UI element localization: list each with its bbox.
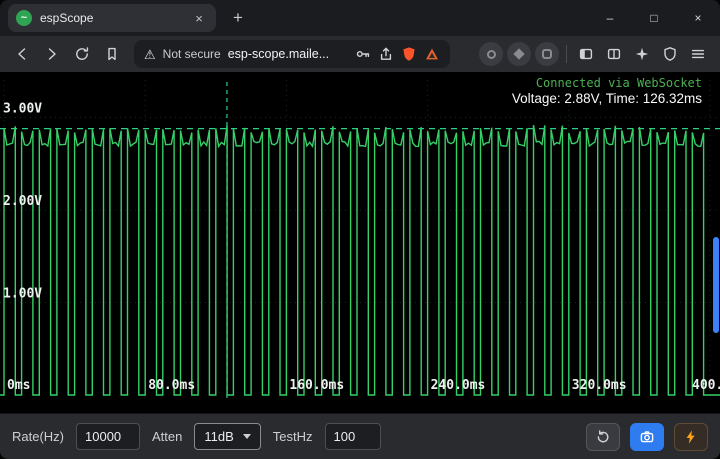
scope-display[interactable]: 3.00V 2.00V 1.00V 0ms 80.0ms 160.0ms 240.0ms 32… [0,72,720,413]
reset-button[interactable] [586,423,620,451]
forward-button[interactable] [38,40,66,68]
url-bar[interactable]: ⚠ Not secure esp-scope.maile... [134,40,450,68]
tab-close-button[interactable]: × [190,9,208,27]
atten-value: 11dB [204,429,233,444]
menu-button[interactable] [684,40,712,68]
atten-select[interactable]: 11dB [194,423,260,450]
brave-shield-icon[interactable] [401,46,417,62]
new-tab-button[interactable]: + [224,4,252,32]
extension-glyph [487,50,496,59]
svg-text:3.00V: 3.00V [3,102,42,117]
svg-text:240.0ms: 240.0ms [431,378,486,393]
extension-glyph [542,49,552,59]
chevron-down-icon [243,434,251,439]
hamburger-icon [690,46,706,62]
bookmark-icon [104,46,120,62]
toolbar-divider [566,45,567,63]
svg-text:320.0ms: 320.0ms [572,378,627,393]
title-bar: ~ espScope × + – □ × [0,0,720,36]
security-label: Not secure [163,47,221,61]
capture-button[interactable] [630,423,664,451]
browser-tab[interactable]: ~ espScope × [8,4,216,32]
warning-icon: ⚠ [144,48,156,61]
refresh-icon [595,429,611,445]
scope-controls-bar: Rate(Hz) Atten 11dB TestHz [0,413,720,459]
scope-canvas[interactable]: 3.00V 2.00V 1.00V 0ms 80.0ms 160.0ms 240.0ms 32… [0,72,720,413]
window-controls: – □ × [588,0,720,36]
shield-icon [662,46,678,62]
svg-text:2.00V: 2.00V [3,194,42,209]
svg-text:0ms: 0ms [7,378,30,393]
maximize-button[interactable]: □ [632,0,676,36]
sidebar-icon [578,46,594,62]
site-favicon-icon: ~ [16,10,32,26]
leo-ai-button[interactable] [628,40,656,68]
url-text: esp-scope.maile... [228,47,348,61]
toolbar-right-cluster [477,40,712,68]
trigger-button[interactable] [674,423,708,451]
lightning-icon [683,429,699,445]
split-view-icon [606,46,622,62]
reload-icon [74,46,90,62]
extension-icon-2[interactable] [507,42,531,66]
atten-label: Atten [152,429,182,444]
svg-text:80.0ms: 80.0ms [148,378,195,393]
camera-icon [639,429,655,445]
extension-glyph [513,48,524,59]
rate-label: Rate(Hz) [12,429,64,444]
testhz-input[interactable] [325,423,381,450]
testhz-label: TestHz [273,429,313,444]
sidebar-toggle-button[interactable] [572,40,600,68]
extension-icon-1[interactable] [479,42,503,66]
rate-input[interactable] [76,423,140,450]
sparkle-icon [634,46,650,62]
tab-title: espScope [40,11,182,25]
share-icon[interactable] [378,46,394,62]
back-button[interactable] [8,40,36,68]
back-icon [14,46,30,62]
minimize-button[interactable]: – [588,0,632,36]
triangle-badge-icon[interactable] [424,46,440,62]
split-view-button[interactable] [600,40,628,68]
reload-button[interactable] [68,40,96,68]
forward-icon [44,46,60,62]
browser-window: ~ espScope × + – □ × ⚠ Not secure esp-sc… [0,0,720,459]
rewards-button[interactable] [656,40,684,68]
svg-text:400.0ms: 400.0ms [692,378,720,393]
bookmark-button[interactable] [98,40,126,68]
action-buttons [586,423,708,451]
svg-text:160.0ms: 160.0ms [289,378,344,393]
browser-toolbar: ⚠ Not secure esp-scope.maile... [0,36,720,72]
scrollbar-thumb[interactable] [713,237,719,333]
extension-icon-3[interactable] [535,42,559,66]
close-button[interactable]: × [676,0,720,36]
svg-text:1.00V: 1.00V [3,287,42,302]
key-icon[interactable] [355,46,371,62]
